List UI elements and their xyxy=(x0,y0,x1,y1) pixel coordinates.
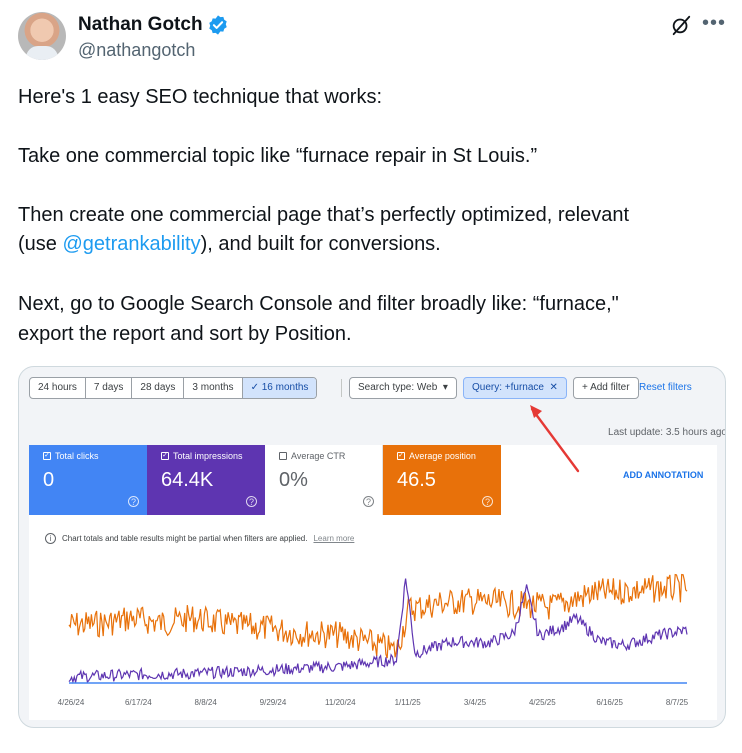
more-icon[interactable]: ••• xyxy=(702,12,726,34)
checkbox-icon: ✓ xyxy=(161,452,169,460)
impressions-label: Total impressions xyxy=(173,451,243,461)
date-range-selector: 24 hours 7 days 28 days 3 months ✓ 16 mo… xyxy=(29,377,318,399)
close-icon[interactable]: ✕ xyxy=(550,382,558,393)
tweet-text-line-5: Next, go to Google Search Console and fi… xyxy=(18,293,619,315)
clicks-value: 0 xyxy=(43,469,55,491)
handle[interactable]: @nathangotch xyxy=(78,40,195,61)
position-label: Average position xyxy=(409,451,476,461)
checkbox-icon: ✓ xyxy=(397,452,405,460)
gsc-panel: 24 hours 7 days 28 days 3 months ✓ 16 mo… xyxy=(29,377,725,720)
info-icon: i xyxy=(45,533,56,544)
metric-average-ctr[interactable]: Average CTR 0% ? xyxy=(265,445,383,515)
x-tick-label: 4/25/25 xyxy=(529,698,556,707)
tweet-text-line-1: Here's 1 easy SEO technique that works: xyxy=(18,86,382,108)
metric-label: Average CTR xyxy=(279,451,368,461)
x-tick-label: 8/8/24 xyxy=(195,698,218,707)
metric-average-position[interactable]: ✓ Average position 46.5 ? xyxy=(383,445,501,515)
ctr-label: Average CTR xyxy=(291,451,346,461)
add-filter-button[interactable]: + Add filter xyxy=(573,377,639,399)
x-tick-label: 4/26/24 xyxy=(58,698,85,707)
avatar-shirt xyxy=(26,46,58,60)
x-tick-label: 1/11/25 xyxy=(395,698,422,707)
performance-card: ✓ Total clicks 0 ? ✓ Total impressions 64.… xyxy=(29,445,717,720)
x-tick-label: 8/7/25 xyxy=(666,698,689,707)
display-name[interactable]: Nathan Gotch xyxy=(78,14,203,36)
annotation-arrow-icon xyxy=(530,405,580,473)
range-7-days[interactable]: 7 days xyxy=(86,378,133,398)
x-tick-label: 6/16/25 xyxy=(596,698,623,707)
verified-badge-icon xyxy=(209,15,227,35)
query-filter-chip[interactable]: Query: +furnace ✕ xyxy=(463,377,567,399)
reset-filters-link[interactable]: Reset filters xyxy=(639,377,692,399)
metric-total-impressions[interactable]: ✓ Total impressions 64.4K ? xyxy=(147,445,265,515)
impressions-value: 64.4K xyxy=(161,469,214,491)
mention-link[interactable]: @getrankability xyxy=(62,233,200,255)
last-update: Last update: 3.5 hours ago xyxy=(608,427,726,438)
checkbox-icon: ✓ xyxy=(43,452,51,460)
tweet-text-line-3: Then create one commercial page that’s p… xyxy=(18,204,630,226)
help-icon[interactable]: ? xyxy=(246,496,257,507)
metric-label: ✓ Total clicks xyxy=(43,451,133,461)
text-pre: (use xyxy=(18,233,63,255)
range-16-months[interactable]: ✓ 16 months xyxy=(242,378,317,398)
help-icon[interactable]: ? xyxy=(363,496,374,507)
x-tick-label: 3/4/25 xyxy=(464,698,487,707)
x-tick-label: 11/20/24 xyxy=(325,698,356,707)
learn-more-link[interactable]: Learn more xyxy=(313,534,354,543)
metric-label: ✓ Total impressions xyxy=(161,451,251,461)
x-tick-label: 6/17/24 xyxy=(125,698,152,707)
partial-results-notice: i Chart totals and table results might b… xyxy=(45,533,354,544)
position-value: 46.5 xyxy=(397,469,436,491)
dropdown-caret-icon: ▾ xyxy=(442,382,448,393)
ctr-value: 0% xyxy=(279,469,308,491)
series-line-average-position xyxy=(68,573,688,659)
help-icon[interactable]: ? xyxy=(482,496,493,507)
toolbar-divider xyxy=(341,379,342,397)
grok-icon[interactable] xyxy=(670,14,692,36)
checkbox-icon xyxy=(279,452,287,460)
add-annotation-button[interactable]: ADD ANNOTATION xyxy=(623,470,703,480)
search-type-filter[interactable]: Search type: Web ▾ xyxy=(349,377,457,399)
clicks-label: Total clicks xyxy=(55,451,99,461)
text-post: ), and built for conversions. xyxy=(200,233,441,255)
performance-chart[interactable]: 4/26/24 6/17/24 8/8/24 9/29/24 11/20/24 1/11/… xyxy=(29,555,717,720)
help-icon[interactable]: ? xyxy=(128,496,139,507)
info-text: Chart totals and table results might be … xyxy=(62,534,308,543)
x-tick-label: 9/29/24 xyxy=(260,698,287,707)
tweet-text-line-2: Take one commercial topic like “furnace … xyxy=(18,145,538,167)
range-3-months[interactable]: 3 months xyxy=(184,378,243,398)
search-type-label: Search type: Web xyxy=(358,382,438,393)
avatar[interactable] xyxy=(18,12,66,60)
range-24-hours[interactable]: 24 hours xyxy=(30,378,86,398)
tweet-text-line-4: (use @getrankability), and built for con… xyxy=(18,230,441,259)
metric-total-clicks[interactable]: ✓ Total clicks 0 ? xyxy=(29,445,147,515)
tweet-image[interactable]: 24 hours 7 days 28 days 3 months ✓ 16 mo… xyxy=(18,366,726,728)
metric-label: ✓ Average position xyxy=(397,451,487,461)
query-filter-label: Query: +furnace xyxy=(472,382,544,393)
range-28-days[interactable]: 28 days xyxy=(132,378,185,398)
tweet-text-line-6: export the report and sort by Position. xyxy=(18,323,352,345)
